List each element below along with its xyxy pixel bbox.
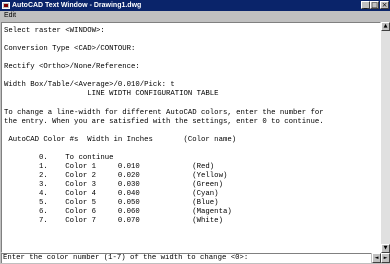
title-buttons: _ □ ×: [361, 1, 389, 9]
text-line: 5. Color 5 0.050 (Blue): [4, 199, 219, 207]
menu-edit[interactable]: Edit: [4, 11, 16, 21]
text-line: Width Box/Table/<Average>/0.010/Pick: t: [4, 81, 175, 89]
scroll-up-button[interactable]: ▲: [381, 22, 390, 31]
text-line: 6. Color 6 0.060 (Magenta): [4, 208, 232, 216]
text-line: To change a line-width for different Aut…: [4, 109, 324, 117]
text-history-area[interactable]: Select raster <WINDOW>: Conversion Type <…: [1, 22, 381, 253]
scroll-right-button[interactable]: ►: [381, 253, 390, 263]
vertical-scrollbar[interactable]: ▲ ▼: [381, 22, 390, 253]
text-line: Conversion Type <CAD>/CONTOUR:: [4, 45, 136, 53]
close-button[interactable]: ×: [380, 1, 389, 9]
window-title: AutoCAD Text Window - Drawing1.dwg: [12, 2, 142, 9]
text-line: 3. Color 3 0.030 (Green): [4, 181, 223, 189]
minimize-button[interactable]: _: [361, 1, 370, 9]
scroll-left-button[interactable]: ◄: [372, 253, 381, 263]
scroll-down-button[interactable]: ▼: [381, 244, 390, 253]
text-line: 7. Color 7 0.070 (White): [4, 217, 223, 225]
menu-bar: Edit: [0, 11, 390, 21]
command-line[interactable]: Enter the color number (1-7) of the widt…: [1, 253, 371, 263]
text-line: 4. Color 4 0.040 (Cyan): [4, 190, 219, 198]
text-line: LINE WIDTH CONFIGURATION TABLE: [4, 90, 219, 98]
text-line: 2. Color 2 0.020 (Yellow): [4, 172, 228, 180]
text-line: 0. To continue: [4, 154, 114, 162]
title-bar[interactable]: AutoCAD Text Window - Drawing1.dwg _ □ ×: [0, 0, 390, 11]
text-line: 1. Color 1 0.010 (Red): [4, 163, 215, 171]
text-line: AutoCAD Color #s Width in Inches (Color …: [4, 136, 237, 144]
autocad-text-window: AutoCAD Text Window - Drawing1.dwg _ □ ×…: [0, 0, 390, 264]
text-line: Select raster <WINDOW>:: [4, 27, 105, 35]
text-line: Rectify <Ortho>/None/Reference:: [4, 63, 140, 71]
maximize-button[interactable]: □: [370, 1, 379, 9]
autocad-app-icon[interactable]: [2, 2, 10, 9]
text-line: the entry. When you are satisfied with t…: [4, 118, 324, 126]
